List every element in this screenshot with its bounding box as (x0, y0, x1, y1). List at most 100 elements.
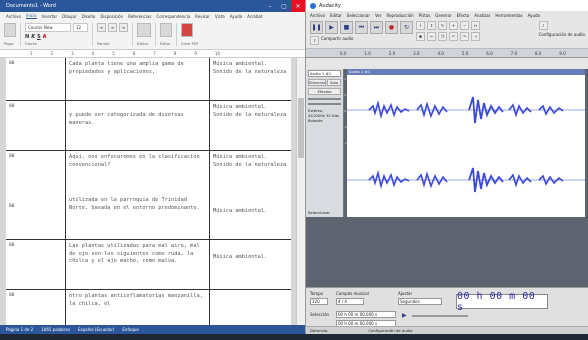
menu-dibujar[interactable]: Dibujar (62, 14, 76, 19)
audio-setup-button[interactable]: Configuración de audio (539, 32, 585, 37)
menu-reproduccion[interactable]: Reproducción (387, 13, 414, 18)
menu-herramientas[interactable]: Herramientas (495, 13, 522, 18)
zoom-in-icon[interactable]: + (449, 21, 458, 30)
text-cell[interactable]: Las plantas utilizadas para mal aire, ma… (66, 240, 210, 289)
record-icon[interactable]: ● (385, 21, 398, 34)
text-cell[interactable]: utilizada en la parroquia de Trinidad No… (66, 186, 210, 239)
document-page[interactable]: 00 Cada planta tiene una amplia gama de … (6, 58, 291, 325)
menu-generar[interactable]: Generar (435, 13, 451, 18)
focus-mode[interactable]: Enfoque (122, 327, 138, 332)
pan-slider[interactable] (308, 103, 341, 105)
font-color-icon[interactable]: A (43, 34, 47, 40)
fit-icon[interactable]: ↔ (471, 21, 480, 30)
time-signature-input[interactable]: 4 / 4 (336, 298, 364, 305)
timeline-ruler[interactable]: 0.0 1.0 2.0 3.0 4.0 5.0 6.0 7.0 8.0 9.0 (306, 49, 588, 58)
trim-icon[interactable]: ⊣ (471, 32, 480, 41)
selection-start-input[interactable]: 00 h 00 m 00.000 s (336, 311, 396, 318)
track-name[interactable]: Audio 1 #1 (308, 70, 341, 77)
menu-revisar[interactable]: Revisar (195, 14, 210, 19)
menu-seleccionar[interactable]: Seleccionar (347, 13, 370, 18)
stop-icon[interactable]: ■ (340, 21, 353, 34)
multi-tool-icon[interactable]: ✱ (416, 32, 425, 41)
gain-slider[interactable] (308, 98, 341, 100)
playback-speed-slider[interactable] (412, 315, 468, 317)
audio-clip[interactable]: Audio 1 #1 (347, 69, 585, 217)
skip-end-icon[interactable]: ⏭ (370, 21, 383, 34)
zoom-out-icon[interactable]: − (460, 21, 469, 30)
close-icon[interactable]: ✕ (291, 0, 305, 12)
language-indicator[interactable]: Español (Ecuador) (78, 327, 114, 332)
speaker-icon[interactable]: ♪ (538, 21, 548, 30)
menu-acrobat[interactable]: Acrobat (247, 14, 262, 19)
audio-cell[interactable]: Música ambiental. (210, 186, 291, 239)
menu-diseno[interactable]: Diseño (82, 14, 96, 19)
pdf-icon[interactable] (181, 23, 193, 37)
track-select-button[interactable]: Seleccionar (308, 210, 330, 215)
text-cell[interactable]: Cada planta tiene una amplia gama de pro… (66, 58, 210, 100)
menu-archivo[interactable]: Archivo (6, 14, 21, 19)
menu-editar[interactable]: Editar (330, 13, 342, 18)
timeline-mark: 5.0 (461, 50, 469, 56)
pdf-group: Crear PDF (181, 23, 202, 46)
menu-analizar[interactable]: Analizar (474, 13, 490, 18)
share-audio-icon[interactable]: ⇧ (310, 36, 319, 45)
menu-disposicion[interactable]: Disposición (100, 14, 123, 19)
audio-cell[interactable] (210, 290, 291, 325)
menu-insertar[interactable]: Insertar (42, 14, 58, 19)
share-audio-button[interactable]: Compartir audio (321, 36, 353, 45)
snap-select[interactable]: Segundos (398, 298, 442, 305)
numbering-icon[interactable]: ≡ (108, 23, 117, 32)
pause-icon[interactable]: ❚❚ (310, 21, 323, 34)
menu-inicio[interactable]: Inicio (25, 13, 37, 19)
word-statusbar: Página 1 de 2 1065 palabras Español (Ecu… (0, 325, 305, 334)
underline-icon[interactable]: S (37, 34, 41, 40)
italic-icon[interactable]: K (31, 34, 35, 40)
minimize-icon[interactable]: – (263, 0, 277, 12)
mute-button[interactable]: Silenciar (308, 79, 327, 86)
solo-button[interactable]: Solo (327, 79, 341, 86)
bold-icon[interactable]: N (25, 34, 29, 40)
font-size-select[interactable]: 12 (73, 23, 88, 32)
audio-cell[interactable]: Música ambiental. Sonido de la naturalez… (210, 101, 291, 150)
maximize-icon[interactable]: ▢ (277, 0, 291, 12)
ruler-mark: 3 (71, 51, 74, 56)
text-cell[interactable]: y puede ser categorizada de diversas man… (66, 101, 210, 150)
menu-vista[interactable]: Vista (215, 14, 225, 19)
menu-pistas[interactable]: Pistas (419, 13, 431, 18)
play-icon[interactable]: ▶ (325, 21, 338, 34)
bullets-icon[interactable]: ≡ (97, 23, 106, 32)
text-cell[interactable]: otro plantas antiinflamatorias manzanill… (66, 290, 210, 325)
menu-ayuda[interactable]: Ayuda (230, 14, 242, 19)
align-icon[interactable]: ≡ (119, 23, 128, 32)
play-at-speed-icon[interactable]: ▶ (402, 312, 407, 319)
paste-icon[interactable] (4, 23, 16, 37)
font-name-select[interactable]: Courier New (25, 23, 71, 32)
audio-cell[interactable]: Música ambiental. Sonido de la naturalez… (210, 58, 291, 100)
skip-start-icon[interactable]: ⏮ (355, 21, 368, 34)
menu-ver[interactable]: Ver (375, 13, 382, 18)
vertical-scrollbar[interactable] (296, 58, 305, 325)
undo-icon[interactable]: ↶ (449, 32, 458, 41)
selection-tool-icon[interactable]: I (416, 21, 425, 30)
time-display[interactable]: 00 h 00 m 00 s (456, 291, 548, 313)
menu-ayuda[interactable]: Ayuda (528, 13, 540, 18)
tempo-input[interactable]: 120 (310, 298, 328, 305)
menu-efecto[interactable]: Efecto (457, 13, 470, 18)
search-icon[interactable] (160, 23, 172, 37)
redo-icon[interactable]: ↷ (460, 32, 469, 41)
draw-tool-icon[interactable]: ✎ (438, 21, 447, 30)
scrollbar-thumb[interactable] (298, 98, 304, 158)
menu-archivo[interactable]: Archivo (310, 13, 325, 18)
audio-cell[interactable]: Música ambiental. (210, 240, 291, 289)
tracks-area[interactable]: Audio 1 #1 Silenciar Solo Efectos Estére… (306, 69, 588, 287)
menu-referencias[interactable]: Referencias (128, 14, 151, 19)
envelope-tool-icon[interactable]: ↕ (427, 21, 436, 30)
loop-icon[interactable]: ↻ (400, 21, 413, 34)
menu-correspondencia[interactable]: Correspondencia (156, 14, 190, 19)
word-titlebar: Documento1 - Word – ▢ ✕ (0, 0, 305, 12)
cut-icon[interactable]: ✂ (427, 32, 436, 41)
snap-checkbox[interactable]: Ajustar (398, 291, 412, 296)
styles-icon[interactable] (137, 23, 151, 37)
effects-button[interactable]: Efectos (308, 88, 341, 95)
copy-icon[interactable]: ❐ (438, 32, 447, 41)
